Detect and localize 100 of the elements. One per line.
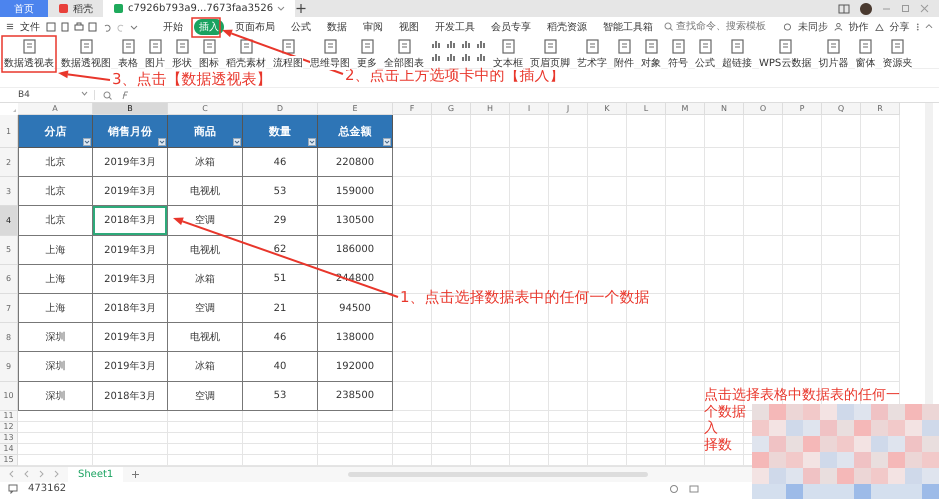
- ribbon-tab[interactable]: 开始: [158, 18, 188, 34]
- ribbon-button[interactable]: 思维导图: [310, 36, 350, 72]
- row-header[interactable]: 7: [0, 294, 18, 324]
- column-header[interactable]: G: [432, 103, 471, 115]
- table-cell[interactable]: 上海: [18, 294, 93, 324]
- ribbon-button[interactable]: 数据透视表: [4, 36, 54, 72]
- ribbon-button[interactable]: 数据透视图: [61, 36, 111, 72]
- ribbon-button[interactable]: 表格: [118, 36, 138, 72]
- ribbon-button[interactable]: 符号: [668, 36, 688, 72]
- table-cell[interactable]: 138000: [318, 323, 393, 352]
- ribbon-tab[interactable]: 页面布局: [230, 18, 280, 34]
- table-cell[interactable]: 2019年3月: [93, 236, 168, 265]
- table-cell[interactable]: 2018年3月: [93, 206, 168, 236]
- ribbon-tab[interactable]: 视图: [394, 18, 424, 34]
- table-cell[interactable]: 上海: [18, 236, 93, 265]
- filter-dropdown-icon[interactable]: [158, 138, 166, 146]
- ribbon-button[interactable]: 形状: [172, 36, 192, 72]
- toolbar-action[interactable]: 分享: [890, 20, 910, 34]
- column-header[interactable]: H: [471, 103, 510, 115]
- table-cell[interactable]: 159000: [318, 177, 393, 206]
- table-cell[interactable]: 53: [243, 382, 318, 411]
- filter-dropdown-icon[interactable]: [233, 138, 241, 146]
- row-header[interactable]: 5: [0, 236, 18, 265]
- table-cell[interactable]: 深圳: [18, 382, 93, 411]
- column-header[interactable]: E: [318, 103, 393, 115]
- table-cell[interactable]: 北京: [18, 206, 93, 236]
- ribbon-button[interactable]: 资源夹: [882, 36, 912, 72]
- row-header[interactable]: 14: [0, 444, 18, 455]
- table-cell[interactable]: 空调: [168, 294, 243, 324]
- row-header[interactable]: 12: [0, 422, 18, 433]
- table-cell[interactable]: 2018年3月: [93, 294, 168, 324]
- row-header[interactable]: 13: [0, 432, 18, 444]
- table-cell[interactable]: 220800: [318, 148, 393, 178]
- ribbon-tab[interactable]: 智能工具箱: [598, 18, 658, 34]
- ribbon-tab[interactable]: 审阅: [358, 18, 388, 34]
- close-icon[interactable]: [920, 4, 929, 13]
- ribbon-button[interactable]: 附件: [614, 36, 634, 72]
- column-header[interactable]: B: [93, 103, 168, 115]
- toolbar-action[interactable]: 未同步: [798, 20, 828, 34]
- table-cell[interactable]: 94500: [318, 294, 393, 324]
- ribbon-button[interactable]: 图片: [145, 36, 165, 72]
- search-field[interactable]: 查找命令、搜索模板: [664, 21, 771, 32]
- row-header[interactable]: 1: [0, 115, 18, 148]
- row-header[interactable]: 10: [0, 382, 18, 411]
- table-cell[interactable]: 46: [243, 148, 318, 178]
- document-tab[interactable]: 稻壳: [48, 0, 103, 17]
- menu-icon[interactable]: [6, 22, 14, 31]
- avatar-icon[interactable]: [860, 2, 872, 14]
- ribbon-button[interactable]: 切片器: [818, 36, 848, 72]
- table-cell[interactable]: 空调: [168, 382, 243, 411]
- ribbon-button[interactable]: 对象: [641, 36, 661, 72]
- table-cell[interactable]: 北京: [18, 148, 93, 178]
- ribbon-button[interactable]: 流程图: [273, 36, 303, 72]
- table-cell[interactable]: 40: [243, 352, 318, 382]
- table-cell[interactable]: 2019年3月: [93, 177, 168, 206]
- table-cell[interactable]: 冰箱: [168, 352, 243, 382]
- row-header[interactable]: 8: [0, 323, 18, 352]
- filter-dropdown-icon[interactable]: [383, 138, 391, 146]
- row-header[interactable]: 11: [0, 410, 18, 422]
- ribbon-button[interactable]: 窗体: [855, 36, 876, 72]
- comment-icon[interactable]: [8, 484, 18, 494]
- table-cell[interactable]: 电视机: [168, 177, 243, 206]
- table-cell[interactable]: 238500: [318, 382, 393, 411]
- table-cell[interactable]: 深圳: [18, 323, 93, 352]
- print-icon[interactable]: [74, 22, 84, 32]
- column-header[interactable]: I: [510, 103, 549, 115]
- ribbon-button[interactable]: WPS云数据: [759, 36, 812, 72]
- table-cell[interactable]: 130500: [318, 206, 393, 236]
- table-cell[interactable]: 2019年3月: [93, 264, 168, 294]
- more-icon[interactable]: [916, 22, 920, 32]
- row-header[interactable]: 6: [0, 264, 18, 294]
- function-icon[interactable]: [120, 90, 130, 100]
- ribbon-tab[interactable]: 公式: [286, 18, 316, 34]
- table-cell[interactable]: 29: [243, 206, 318, 236]
- column-header[interactable]: A: [18, 103, 93, 115]
- table-cell[interactable]: 深圳: [18, 352, 93, 382]
- ribbon-tab[interactable]: 数据: [322, 18, 352, 34]
- file-menu[interactable]: 文件: [20, 20, 40, 34]
- row-header[interactable]: 9: [0, 352, 18, 382]
- table-cell[interactable]: 192000: [318, 352, 393, 382]
- ribbon-button[interactable]: 图标: [199, 36, 219, 72]
- zoom-icon[interactable]: [103, 90, 112, 100]
- table-cell[interactable]: 北京: [18, 177, 93, 206]
- maximize-icon[interactable]: [901, 4, 910, 13]
- ribbon-tab[interactable]: 开发工具: [430, 18, 480, 34]
- column-header[interactable]: N: [705, 103, 744, 115]
- layout-icon[interactable]: [838, 4, 850, 14]
- table-cell[interactable]: 62: [243, 236, 318, 265]
- table-cell[interactable]: 电视机: [168, 323, 243, 352]
- column-header[interactable]: P: [783, 103, 822, 115]
- table-cell[interactable]: 上海: [18, 264, 93, 294]
- document-tab[interactable]: 首页: [0, 0, 48, 17]
- column-header[interactable]: F: [393, 103, 432, 115]
- column-header[interactable]: O: [744, 103, 783, 115]
- table-cell[interactable]: 186000: [318, 236, 393, 265]
- column-header[interactable]: K: [588, 103, 627, 115]
- row-header[interactable]: 4: [0, 206, 18, 236]
- ribbon-button[interactable]: 更多: [357, 36, 377, 72]
- row-header[interactable]: 15: [0, 454, 18, 466]
- row-header[interactable]: 2: [0, 148, 18, 178]
